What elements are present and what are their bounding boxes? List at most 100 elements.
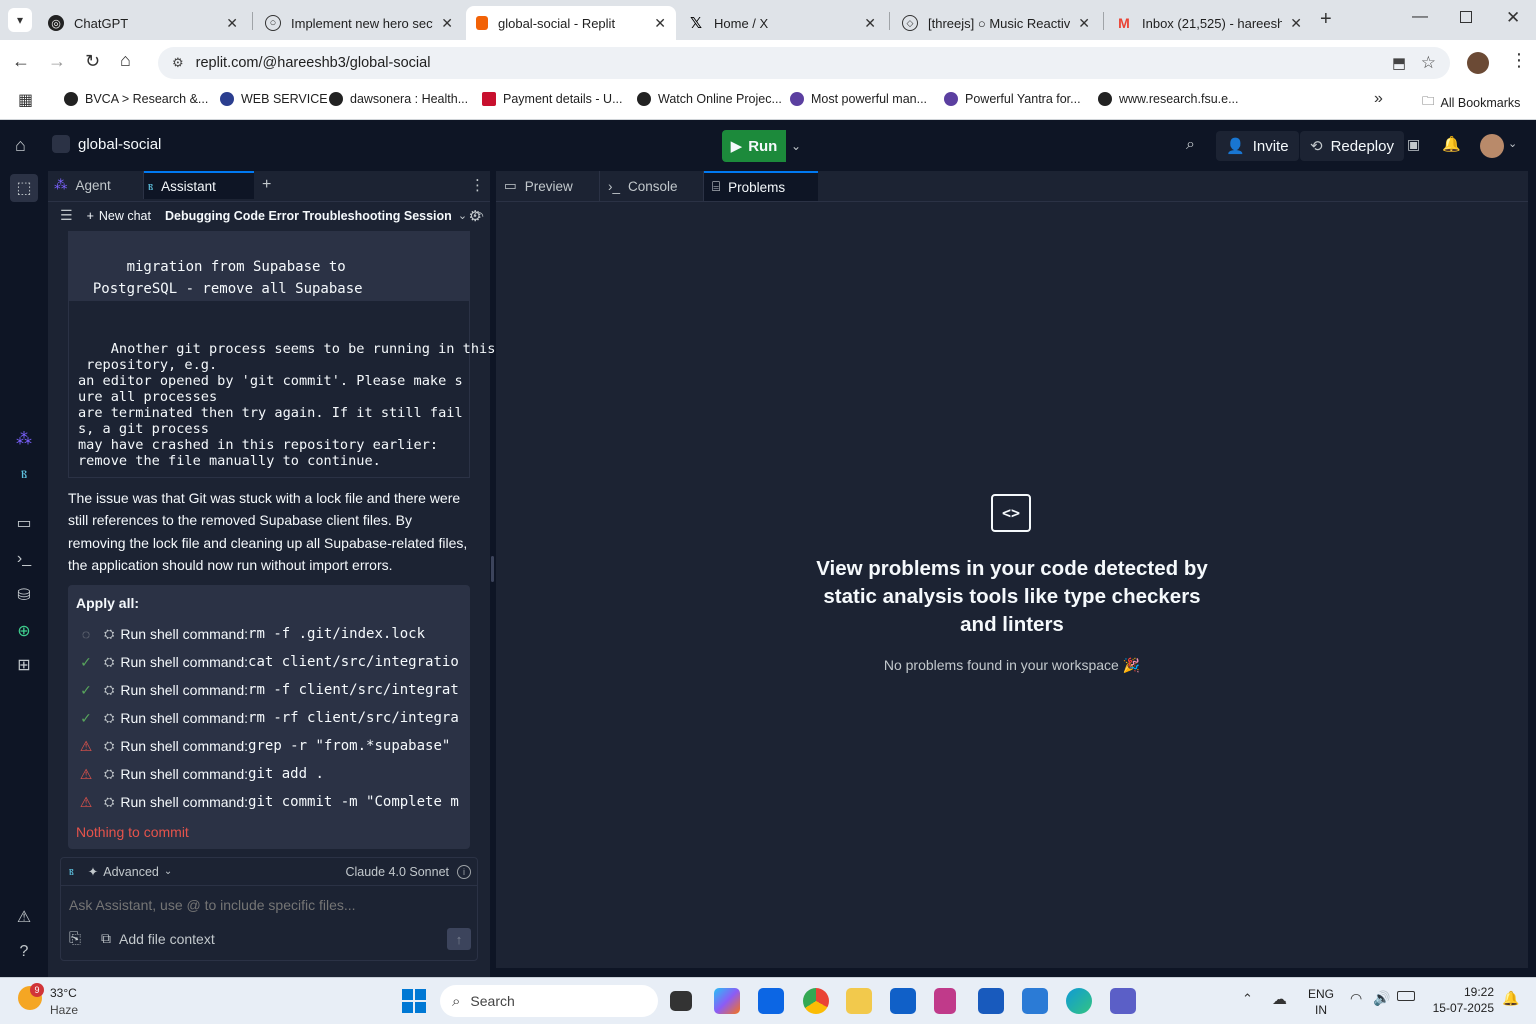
close-icon[interactable]: ✕ — [226, 15, 238, 32]
help-icon[interactable]: ? — [12, 940, 36, 964]
project-name[interactable]: global-social — [52, 135, 161, 153]
add-file-context-button[interactable]: ⧉ Add file context — [101, 930, 215, 947]
deployments-icon[interactable]: ⊕ — [12, 619, 36, 643]
file-explorer-icon[interactable] — [846, 988, 872, 1014]
teams-icon[interactable] — [1110, 988, 1136, 1014]
close-icon[interactable]: ✕ — [1290, 15, 1302, 32]
chrome-icon[interactable] — [803, 988, 829, 1014]
url-bar[interactable]: ⚙ replit.com/@hareeshb3/global-social ⬒ … — [158, 47, 1450, 79]
command-row[interactable]: ⚠ ⛭ Run shell command: grep -r "from.*supab… — [76, 732, 470, 760]
copilot-icon[interactable] — [714, 988, 740, 1014]
search-icon[interactable]: ⌕ — [1186, 136, 1195, 154]
store-icon[interactable] — [890, 988, 916, 1014]
tab-console[interactable]: ›_ Console — [600, 171, 704, 201]
agent-icon[interactable]: ⁂ — [12, 427, 36, 451]
bookmark-item[interactable]: www.research.fsu.e... — [1098, 92, 1239, 106]
model-selector[interactable]: Claude 4.0 Sonnet — [345, 865, 449, 879]
command-row[interactable]: ⚠ ⛭ Run shell command: git commit -m "Compl… — [76, 788, 470, 816]
chevron-down-icon[interactable]: ⌄ — [458, 209, 467, 222]
tab-search-button[interactable]: ▾ — [8, 8, 32, 32]
all-tools-icon[interactable]: ⊞ — [12, 653, 36, 677]
advanced-mode-dropdown[interactable]: ✦ Advanced ⌄ — [88, 864, 172, 880]
task-view-icon[interactable] — [670, 991, 692, 1011]
more-bookmarks-icon[interactable]: » — [1374, 90, 1383, 108]
install-app-icon[interactable]: ⬒ — [1392, 54, 1406, 72]
close-icon[interactable]: ✕ — [1078, 15, 1090, 32]
reload-icon[interactable]: ↻ — [85, 51, 100, 72]
trello-icon[interactable] — [758, 988, 784, 1014]
minimize-button[interactable]: — — [1412, 8, 1428, 26]
chevron-down-icon[interactable]: ⌄ — [1508, 137, 1517, 150]
browser-tab[interactable]: ◎ ChatGPT ✕ — [38, 6, 248, 40]
browser-tab[interactable]: M Inbox (21,525) - hareesh.b3 ✕ — [1106, 6, 1312, 40]
tab-problems[interactable]: ⌸ Problems — [704, 171, 818, 201]
bookmark-item[interactable]: Powerful Yantra for... — [944, 92, 1081, 106]
command-row[interactable]: ◌ ⛭ Run shell command: rm -f .git/index.loc… — [76, 620, 470, 648]
notepad-icon[interactable] — [1022, 988, 1048, 1014]
bookmark-item[interactable]: BVCA > Research &... — [64, 92, 208, 106]
browser-tab[interactable]: ◇ [threejs] ○ Music Reactive ✕ — [892, 6, 1100, 40]
battery-icon[interactable] — [1397, 991, 1415, 1001]
restore-button[interactable] — [1460, 11, 1472, 23]
bookmark-star-icon[interactable]: ☆ — [1421, 53, 1436, 73]
snipping-tool-icon[interactable] — [934, 988, 956, 1014]
tab-assistant[interactable]: ⲃ Assistant — [144, 171, 254, 199]
new-tab-button[interactable]: + — [1320, 8, 1332, 31]
tab-preview[interactable]: ▭ Preview — [496, 171, 600, 201]
profile-avatar[interactable] — [1467, 52, 1489, 74]
volume-icon[interactable]: 🔊 — [1373, 990, 1390, 1007]
clock[interactable]: 19:22 15-07-2025 — [1428, 984, 1494, 1016]
workspace-icon[interactable]: ⬚ — [10, 174, 38, 202]
panel-resize-handle[interactable] — [491, 556, 494, 582]
weather-widget[interactable]: 9 33°C Haze — [18, 983, 118, 1020]
send-button[interactable]: ↑ — [447, 928, 471, 950]
run-options-button[interactable]: ⌄ — [787, 130, 805, 162]
command-row[interactable]: ⚠ ⛭ Run shell command: git add . — [76, 760, 470, 788]
alerts-icon[interactable]: ⚠ — [12, 905, 36, 929]
forward-icon[interactable]: → — [48, 51, 66, 72]
chat-title[interactable]: Debugging Code Error Troubleshooting Ses… — [165, 209, 452, 223]
all-bookmarks-folder[interactable]: 🗀 All Bookmarks — [1422, 92, 1520, 113]
onedrive-icon[interactable]: ☁ — [1272, 990, 1287, 1008]
bookmark-item[interactable]: Payment details - U... — [482, 92, 623, 106]
chat-history-icon[interactable]: ☰ — [60, 207, 73, 224]
invite-button[interactable]: 👤 Invite — [1216, 131, 1299, 161]
close-icon[interactable]: ✕ — [654, 15, 666, 32]
bookmark-item[interactable]: Most powerful man... — [790, 92, 927, 106]
close-window-button[interactable]: ✕ — [1506, 8, 1520, 28]
close-icon[interactable]: ✕ — [864, 15, 876, 32]
language-indicator[interactable]: ENG IN — [1308, 986, 1334, 1018]
publish-icon[interactable]: ▣ — [1407, 136, 1420, 153]
assistant-icon[interactable]: ⲃ — [12, 462, 36, 486]
console-icon[interactable]: ›_ — [12, 547, 36, 571]
bookmark-item[interactable]: WEB SERVICE — [220, 92, 328, 106]
redeploy-button[interactable]: ⟲ Redeploy — [1300, 131, 1404, 161]
site-info-icon[interactable]: ⚙ — [172, 55, 184, 71]
edge-icon[interactable] — [1066, 988, 1092, 1014]
browser-tab-active[interactable]: global-social - Replit ✕ — [466, 6, 676, 40]
command-row[interactable]: ✓ ⛭ Run shell command: rm -f client/src/int… — [76, 676, 470, 704]
start-button[interactable] — [402, 989, 426, 1013]
bell-icon[interactable]: 🔔 — [1442, 135, 1461, 153]
wifi-icon[interactable]: ◠ — [1350, 990, 1362, 1007]
attach-icon[interactable]: ⎘ — [69, 930, 81, 947]
home-icon[interactable]: ⌂ — [15, 135, 26, 156]
chat-input[interactable] — [69, 894, 469, 916]
new-chat-button[interactable]: + New chat — [87, 209, 151, 223]
browser-tab[interactable]: 𝕏 Home / X ✕ — [678, 6, 886, 40]
run-button[interactable]: ▶ Run — [722, 130, 786, 162]
menu-kebab-icon[interactable]: ⋮ — [1510, 50, 1528, 71]
command-row[interactable]: ✓ ⛭ Run shell command: cat client/src/integ… — [76, 648, 470, 676]
word-icon[interactable] — [978, 988, 1004, 1014]
apps-grid-icon[interactable]: ▦ — [18, 90, 33, 110]
notification-icon[interactable]: 🔔 — [1502, 990, 1519, 1007]
database-icon[interactable]: ⛁ — [12, 583, 36, 607]
settings-gear-icon[interactable]: ⚙ — [469, 207, 482, 225]
taskbar-search[interactable]: ⌕ Search — [440, 985, 658, 1017]
command-row[interactable]: ✓ ⛭ Run shell command: rm -rf client/src/in… — [76, 704, 470, 732]
close-icon[interactable]: ✕ — [441, 15, 453, 32]
info-icon[interactable]: i — [457, 864, 471, 879]
preview-icon[interactable]: ▭ — [12, 511, 36, 535]
bookmark-item[interactable]: Watch Online Projec... — [637, 92, 782, 106]
tray-overflow-icon[interactable]: ⌃ — [1242, 991, 1253, 1007]
